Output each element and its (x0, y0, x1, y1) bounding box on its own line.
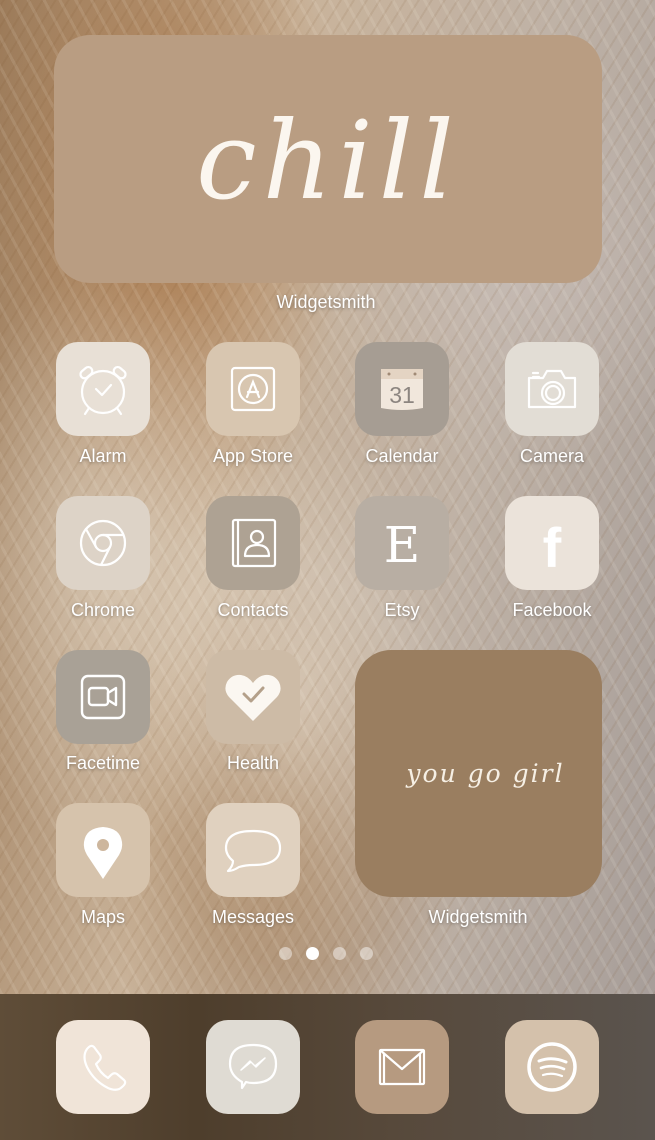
dock-app-spotify[interactable] (505, 1020, 599, 1114)
page-dot[interactable] (360, 946, 373, 960)
dock (0, 994, 655, 1140)
app-messages[interactable] (206, 803, 300, 897)
app-app-store-label: App Store (212, 446, 294, 466)
widget-you-go-girl-text: you go girl (406, 759, 565, 788)
page-dot[interactable] (333, 946, 346, 960)
messenger-icon (228, 1043, 278, 1090)
widget-chill[interactable]: chill (54, 35, 602, 283)
widget-you-go-girl[interactable]: you go girl (355, 650, 602, 897)
page-dot[interactable] (279, 946, 292, 960)
app-messages-label: Messages (211, 907, 295, 927)
calendar-icon: 31 (381, 369, 423, 410)
app-alarm-label: Alarm (79, 446, 127, 466)
app-chrome-label: Chrome (70, 600, 136, 620)
spotify-icon (527, 1042, 577, 1092)
page-dot-active[interactable] (306, 946, 319, 960)
app-etsy[interactable]: E (355, 496, 449, 590)
app-facebook-label: Facebook (512, 600, 592, 620)
app-maps-label: Maps (80, 907, 125, 927)
app-chrome[interactable] (56, 496, 150, 590)
app-etsy-label: Etsy (384, 600, 420, 620)
app-calendar[interactable]: 31 (355, 342, 449, 436)
mail-envelope-icon (378, 1048, 426, 1086)
app-calendar-label: Calendar (365, 446, 439, 466)
app-facetime-label: Facetime (65, 753, 141, 773)
speech-bubble-icon (224, 829, 282, 873)
app-alarm[interactable] (56, 342, 150, 436)
widget-chill-label: Widgetsmith (276, 292, 376, 312)
widget-you-go-girl-label: Widgetsmith (428, 907, 528, 927)
app-camera-label: Camera (519, 446, 585, 466)
app-contacts-label: Contacts (217, 600, 289, 620)
calendar-date-text: 31 (389, 382, 415, 408)
app-health-label: Health (226, 753, 280, 773)
app-maps[interactable] (56, 803, 150, 897)
app-app-store[interactable] (206, 342, 300, 436)
dock-app-gmail[interactable] (355, 1020, 449, 1114)
app-facetime[interactable] (56, 650, 150, 744)
app-store-icon (230, 366, 276, 412)
chrome-icon (79, 519, 127, 567)
app-contacts[interactable] (206, 496, 300, 590)
widget-chill-text: chill (196, 99, 460, 224)
phone-icon (83, 1044, 127, 1091)
dock-app-phone[interactable] (56, 1020, 150, 1114)
facebook-glyph: f (543, 516, 562, 579)
page-indicator[interactable] (279, 946, 373, 960)
dock-app-messenger[interactable] (206, 1020, 300, 1114)
app-camera[interactable] (505, 342, 599, 436)
camera-icon (527, 369, 577, 409)
video-camera-icon (80, 674, 126, 720)
facebook-f-icon: f (543, 516, 562, 579)
heart-check-icon (225, 674, 281, 721)
etsy-glyph: E (384, 516, 421, 574)
contacts-book-icon (231, 518, 277, 568)
map-pin-icon (83, 827, 123, 879)
app-health[interactable] (206, 650, 300, 744)
etsy-e-icon: E (384, 516, 421, 574)
app-facebook[interactable]: f (505, 496, 599, 590)
alarm-clock-icon (79, 365, 127, 416)
